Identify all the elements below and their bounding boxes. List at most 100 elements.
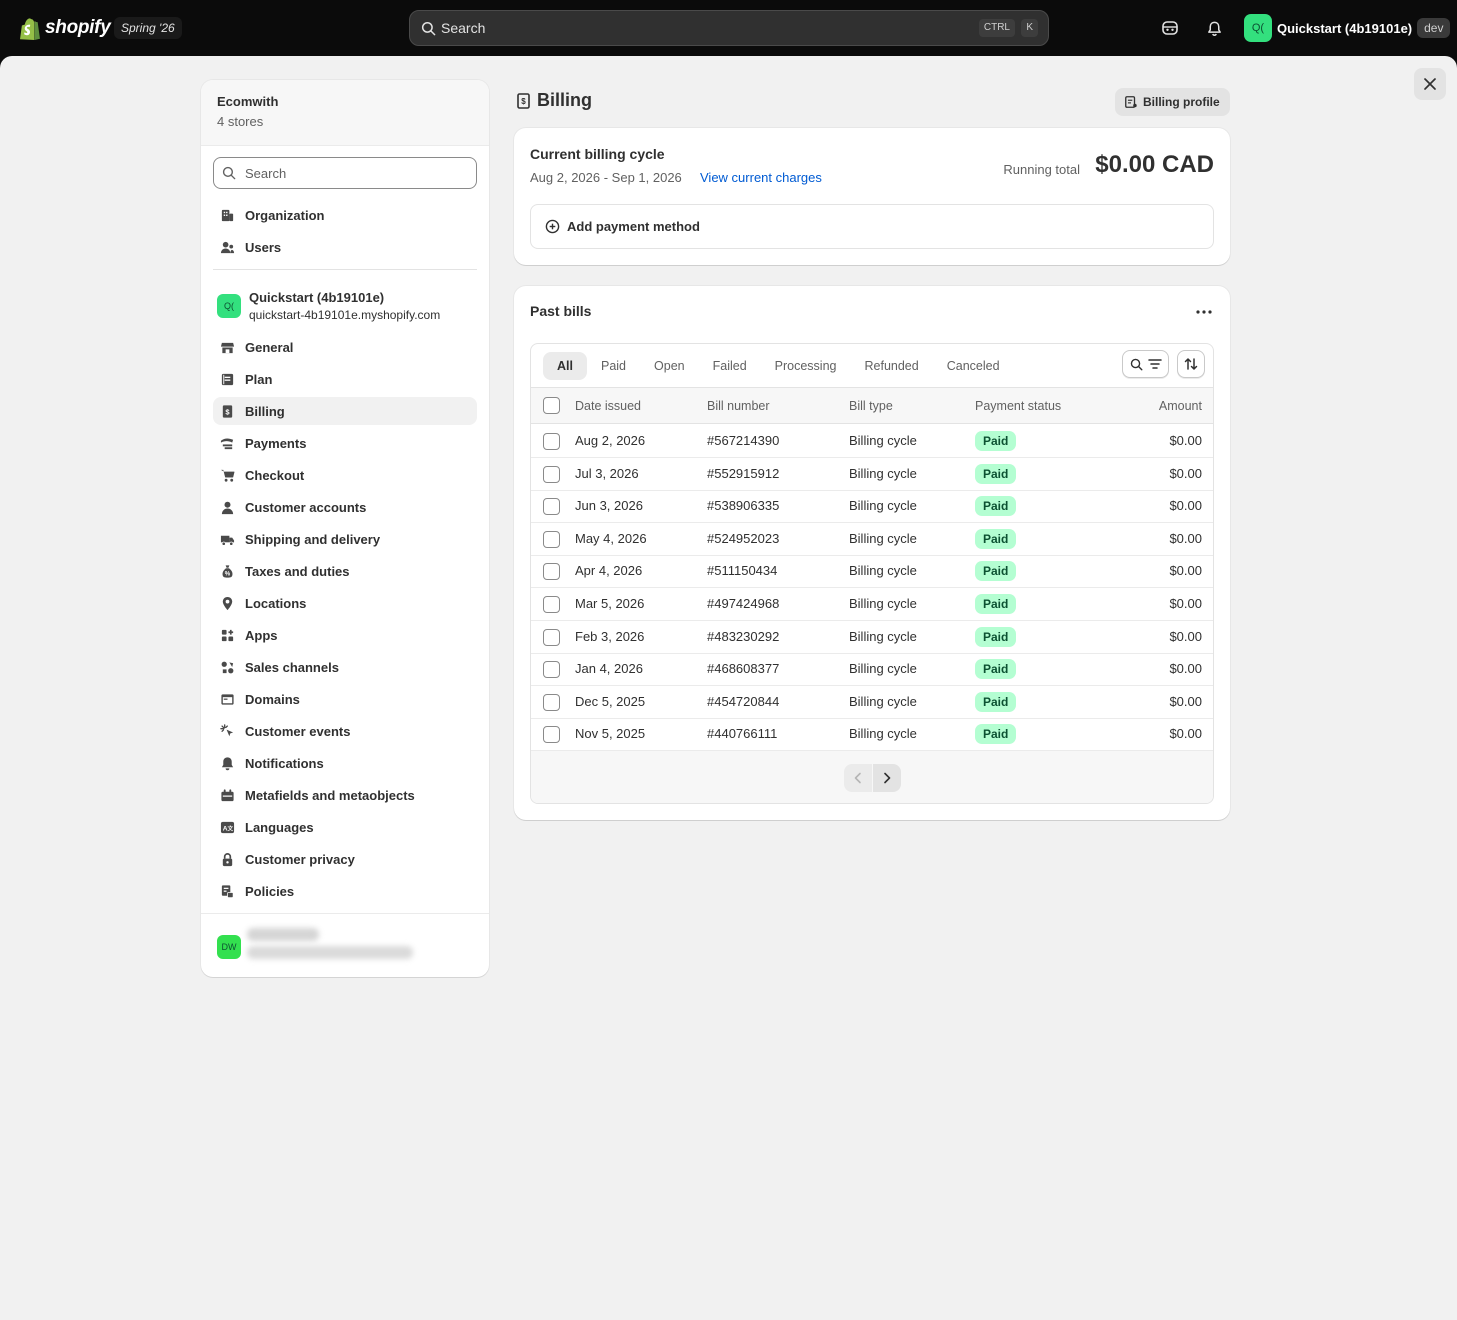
tab-all[interactable]: All [543, 352, 587, 380]
store-name: Quickstart (4b19101e) [249, 290, 385, 305]
sales-channels-icon [219, 659, 235, 675]
sidebar-item-policies[interactable]: Policies [213, 877, 477, 905]
sidebar-item-billing[interactable]: $ Billing [213, 397, 477, 425]
more-actions-button[interactable] [1192, 300, 1216, 324]
receipt-icon: $ [219, 403, 235, 419]
row-checkbox[interactable] [543, 596, 560, 613]
bill-type: Billing cycle [849, 465, 917, 481]
sidebar-item-locations[interactable]: Locations [213, 589, 477, 617]
bill-date: Aug 2, 2026 [575, 433, 646, 448]
sidebar-item-payments[interactable]: Payments [213, 429, 477, 457]
column-bill-type[interactable]: Bill type [849, 399, 893, 413]
next-page-button[interactable] [873, 764, 901, 792]
current-billing-cycle-card: Current billing cycle Aug 2, 2026 - Sep … [514, 128, 1230, 265]
sidebar-item-label: Customer privacy [245, 851, 355, 867]
column-date-issued[interactable]: Date issued [575, 399, 641, 413]
sort-button[interactable] [1177, 350, 1205, 378]
tab-refunded[interactable]: Refunded [851, 352, 933, 380]
view-current-charges-link[interactable]: View current charges [700, 170, 822, 185]
bill-number: #440766111 [707, 726, 778, 742]
settings-panel: Ecomwith 4 stores Search Organization Us… [0, 56, 1457, 1320]
sidebar-item-languages[interactable]: A 文 Languages [213, 813, 477, 841]
row-checkbox[interactable] [543, 628, 560, 646]
table-row[interactable]: Jun 3, 2026 #538906335 Billing cycle Paid $0… [531, 490, 1213, 524]
sidebar-item-users[interactable]: Users [213, 233, 477, 261]
previous-page-button[interactable] [844, 764, 872, 792]
row-checkbox[interactable] [543, 726, 560, 744]
search-filter-button[interactable] [1122, 350, 1169, 378]
sidekick-button[interactable] [1158, 16, 1182, 40]
search-icon [222, 166, 236, 180]
bill-number: #567214390 [707, 433, 780, 448]
location-pin-icon [219, 595, 235, 611]
sidebar-item-apps[interactable]: Apps [213, 621, 477, 649]
row-checkbox[interactable] [543, 693, 560, 711]
bill-amount: $0.00 [1169, 563, 1202, 579]
organization-header[interactable]: Ecomwith 4 stores [201, 80, 489, 146]
row-checkbox[interactable] [543, 498, 560, 516]
bill-number: #454720844 [707, 693, 780, 709]
store-switcher[interactable]: Q( Quickstart (4b19101e) dev [1244, 14, 1451, 42]
settings-search-input[interactable]: Search [213, 157, 477, 189]
table-row[interactable]: Feb 3, 2026 #483230292 Billing cycle Paid $0… [531, 621, 1213, 654]
table-row[interactable]: Jan 4, 2026 #468608377 Billing cycle Paid $0… [531, 653, 1213, 687]
row-checkbox[interactable] [543, 433, 560, 450]
close-settings-button[interactable] [1414, 68, 1446, 100]
sidebar-item-label: Languages [245, 819, 314, 835]
sidebar-item-organization[interactable]: Organization [213, 201, 477, 229]
table-row[interactable]: May 4, 2026 #524952023 Billing cycle Paid $0… [531, 523, 1213, 556]
cart-icon [219, 467, 235, 483]
sidebar-item-domains[interactable]: Domains [213, 685, 477, 713]
current-store[interactable]: Q( Quickstart (4b19101e) quickstart-4b19… [217, 290, 440, 322]
tab-canceled[interactable]: Canceled [933, 352, 1014, 380]
bill-type: Billing cycle [849, 693, 917, 709]
select-all-checkbox[interactable] [543, 397, 560, 414]
column-payment-status[interactable]: Payment status [975, 399, 1061, 413]
sidebar-item-customer-accounts[interactable]: Customer accounts [213, 493, 477, 521]
global-search-input[interactable]: Search CTRL K [409, 10, 1049, 46]
past-bills-card: Past bills All Paid Open Failed Processing Re… [514, 286, 1230, 820]
sidebar-item-plan[interactable]: Plan [213, 365, 477, 393]
sidebar-item-customer-privacy[interactable]: Customer privacy [213, 845, 477, 873]
table-row[interactable]: Nov 5, 2025 #440766111 Billing cycle Paid $0… [531, 718, 1213, 752]
sidebar-item-general[interactable]: General [213, 333, 477, 361]
column-bill-number[interactable]: Bill number [707, 399, 770, 413]
row-checkbox[interactable] [543, 661, 560, 679]
sidebar-item-checkout[interactable]: Checkout [213, 461, 477, 489]
dev-store-badge: dev [1417, 18, 1451, 38]
add-payment-method-button[interactable]: Add payment method [530, 204, 1214, 249]
bill-number: #524952023 [707, 530, 780, 546]
tab-processing[interactable]: Processing [761, 352, 851, 380]
organization-store-count: 4 stores [217, 114, 264, 129]
plus-circle-icon [545, 219, 560, 234]
billing-profile-button[interactable]: Billing profile [1115, 88, 1230, 116]
sidebar-item-sales-channels[interactable]: Sales channels [213, 653, 477, 681]
table-row[interactable]: Dec 5, 2025 #454720844 Billing cycle Paid $0… [531, 686, 1213, 719]
search-icon [1130, 358, 1142, 370]
sidebar-item-label: Customer accounts [245, 499, 367, 515]
table-row[interactable]: Apr 4, 2026 #511150434 Billing cycle Paid $0… [531, 555, 1213, 589]
sidebar-item-metafields-and-metaobjects[interactable]: Metafields and metaobjects [213, 781, 477, 809]
sidebar-item-shipping-and-delivery[interactable]: Shipping and delivery [213, 525, 477, 553]
sidebar-item-customer-events[interactable]: Customer events [213, 717, 477, 745]
row-checkbox[interactable] [543, 465, 560, 483]
bill-date: Jul 3, 2026 [575, 465, 639, 481]
tab-paid[interactable]: Paid [587, 352, 640, 380]
notifications-button[interactable] [1202, 16, 1226, 40]
tab-failed[interactable]: Failed [699, 352, 761, 380]
column-amount[interactable]: Amount [1159, 399, 1202, 413]
table-row[interactable]: Mar 5, 2026 #497424968 Billing cycle Paid $0… [531, 588, 1213, 621]
bill-amount: $0.00 [1169, 726, 1202, 742]
table-row[interactable]: Aug 2, 2026 #567214390 Billing cycle Paid $0… [531, 425, 1213, 458]
row-checkbox[interactable] [543, 563, 560, 581]
payment-status-badge: Paid [975, 659, 1017, 680]
sidebar-item-taxes-and-duties[interactable]: % Taxes and duties [213, 557, 477, 585]
table-row[interactable]: Jul 3, 2026 #552915912 Billing cycle Paid $0… [531, 458, 1213, 491]
bill-type: Billing cycle [849, 433, 917, 448]
current-user[interactable]: DW [201, 913, 489, 977]
sidebar-item-notifications[interactable]: Notifications [213, 749, 477, 777]
tab-open[interactable]: Open [640, 352, 699, 380]
row-checkbox[interactable] [543, 530, 560, 548]
shopify-logo[interactable]: shopify [20, 16, 111, 40]
edition-badge[interactable]: Spring '26 [114, 17, 182, 39]
